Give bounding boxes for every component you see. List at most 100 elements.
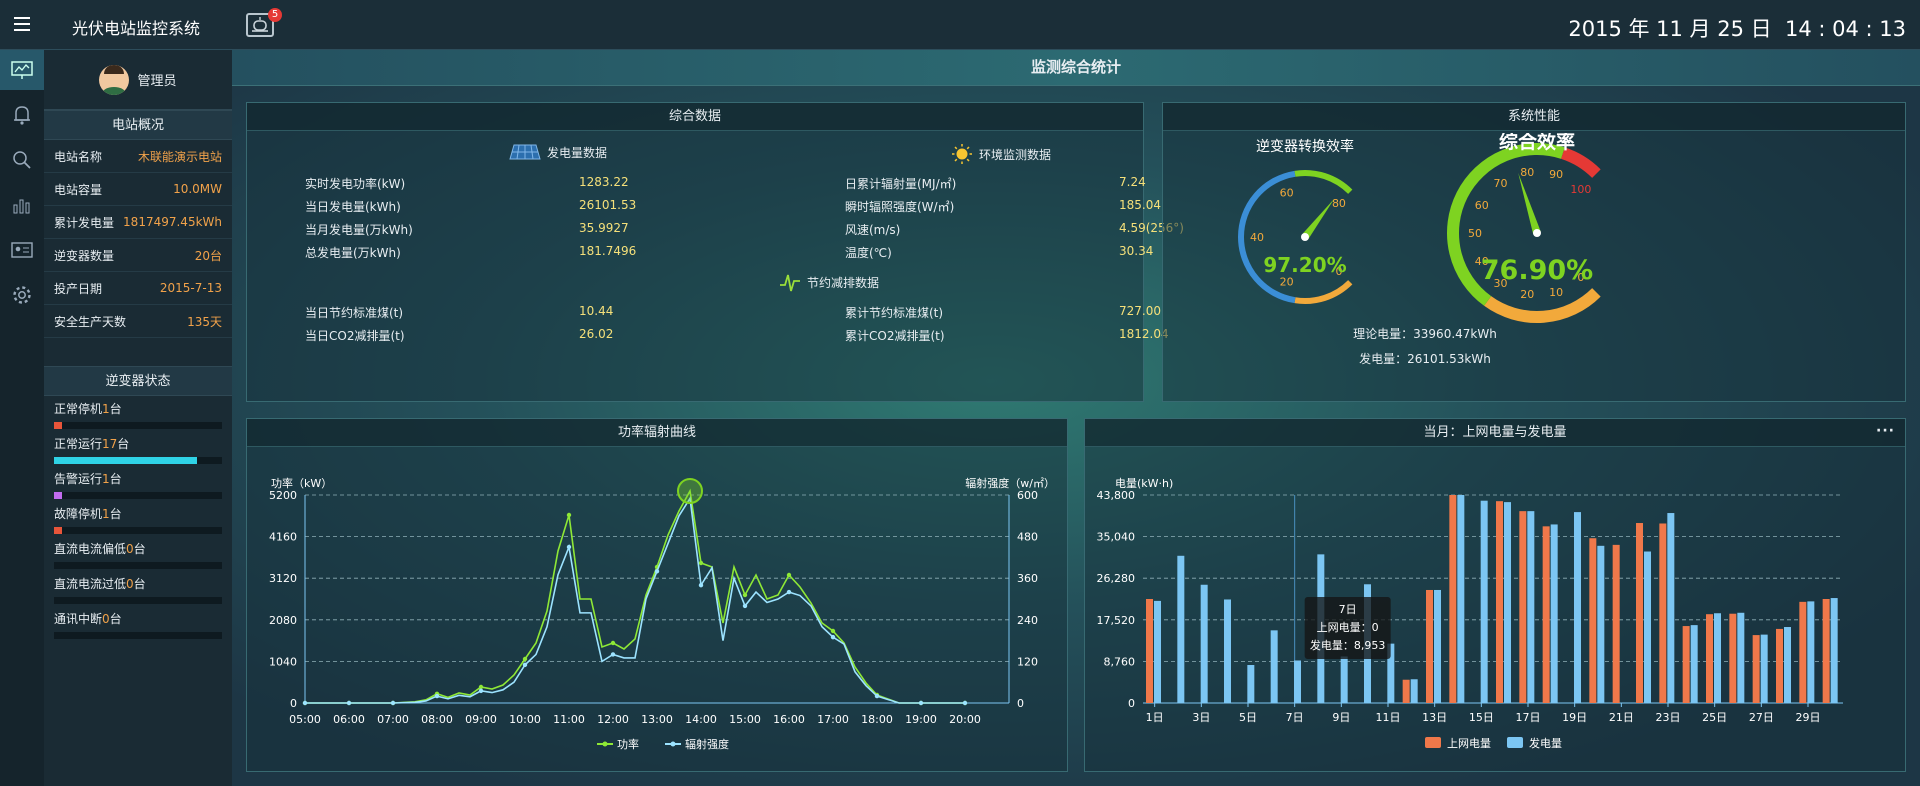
legend-label[interactable]: 辐射强度 bbox=[685, 737, 729, 751]
x-tick-label: 12:00 bbox=[597, 713, 629, 726]
icon-nav bbox=[0, 50, 44, 786]
contacts-icon[interactable] bbox=[0, 230, 44, 270]
data-point[interactable] bbox=[830, 628, 836, 634]
bar[interactable] bbox=[1410, 679, 1418, 703]
data-point[interactable] bbox=[830, 634, 836, 640]
data-point[interactable] bbox=[478, 688, 484, 694]
bar[interactable] bbox=[1496, 501, 1503, 703]
data-point[interactable] bbox=[478, 684, 484, 690]
data-point[interactable] bbox=[522, 662, 528, 668]
bar[interactable] bbox=[1504, 502, 1511, 703]
bar[interactable] bbox=[1426, 589, 1433, 703]
bar[interactable] bbox=[1574, 512, 1581, 703]
bar[interactable] bbox=[1294, 660, 1301, 703]
legend-label[interactable]: 发电量 bbox=[1529, 736, 1562, 750]
bar[interactable] bbox=[1612, 544, 1620, 703]
gear-icon[interactable] bbox=[0, 275, 44, 315]
data-point[interactable] bbox=[742, 592, 748, 598]
data-point[interactable] bbox=[654, 569, 660, 574]
overview-row: 逆变器数量 20台 bbox=[44, 239, 232, 272]
bar[interactable] bbox=[1752, 635, 1760, 703]
bar[interactable] bbox=[1542, 526, 1550, 703]
bar[interactable] bbox=[1200, 584, 1208, 703]
data-point[interactable] bbox=[302, 700, 308, 706]
bar[interactable] bbox=[1402, 679, 1410, 703]
bell-icon[interactable] bbox=[0, 95, 44, 135]
data-point[interactable] bbox=[346, 700, 352, 706]
bar[interactable] bbox=[1154, 600, 1161, 703]
sun-icon bbox=[952, 144, 972, 164]
gauge-pivot bbox=[1533, 229, 1541, 237]
bar[interactable] bbox=[1270, 630, 1278, 703]
bar[interactable] bbox=[1644, 551, 1651, 703]
legend-label[interactable]: 功率 bbox=[617, 737, 639, 751]
data-point[interactable] bbox=[962, 700, 968, 706]
tooltip-line: 上网电量：0 bbox=[1317, 621, 1379, 634]
data-point[interactable] bbox=[918, 700, 924, 706]
more-options-icon[interactable]: ··· bbox=[1876, 423, 1895, 439]
bar[interactable] bbox=[1636, 523, 1643, 703]
bar[interactable] bbox=[1667, 513, 1675, 703]
bar[interactable] bbox=[1659, 523, 1667, 703]
data-point[interactable] bbox=[566, 544, 572, 550]
bar[interactable] bbox=[1737, 612, 1745, 703]
data-point[interactable] bbox=[434, 693, 440, 699]
data-point[interactable] bbox=[786, 589, 792, 595]
monitor-icon[interactable] bbox=[0, 50, 44, 90]
bar[interactable] bbox=[1480, 500, 1488, 703]
bar[interactable] bbox=[1807, 601, 1815, 703]
legend-label[interactable]: 上网电量 bbox=[1447, 737, 1491, 750]
y2-tick-label: 240 bbox=[1017, 614, 1038, 627]
x-tick-label: 9日 bbox=[1332, 711, 1350, 724]
status-bar-fill bbox=[54, 422, 63, 429]
bar[interactable] bbox=[1597, 545, 1605, 703]
bar[interactable] bbox=[1434, 589, 1441, 703]
bar[interactable] bbox=[1760, 634, 1768, 703]
bar[interactable] bbox=[1682, 626, 1690, 703]
x-tick-label: 07:00 bbox=[377, 713, 409, 726]
bar[interactable] bbox=[1729, 613, 1737, 703]
bar[interactable] bbox=[1146, 599, 1153, 703]
search-icon[interactable] bbox=[0, 140, 44, 180]
bar[interactable] bbox=[1457, 495, 1465, 703]
bar[interactable] bbox=[1247, 665, 1255, 703]
bar[interactable] bbox=[1519, 511, 1527, 703]
bar[interactable] bbox=[1776, 628, 1783, 703]
data-point[interactable] bbox=[698, 582, 704, 588]
x-tick-label: 14:00 bbox=[685, 713, 717, 726]
hamburger-menu-icon[interactable] bbox=[14, 17, 30, 31]
bar[interactable] bbox=[1799, 601, 1807, 703]
bar[interactable] bbox=[1527, 511, 1535, 703]
data-point[interactable] bbox=[742, 603, 748, 609]
bar[interactable] bbox=[1177, 555, 1185, 703]
data-point[interactable] bbox=[874, 693, 880, 699]
data-point[interactable] bbox=[786, 572, 792, 578]
gauge-tick-label: 80 bbox=[1332, 197, 1346, 210]
bar[interactable] bbox=[1784, 627, 1791, 703]
x-tick-label: 13:00 bbox=[641, 713, 673, 726]
y-tick-label: 26,280 bbox=[1097, 572, 1136, 585]
y-tick-label: 3120 bbox=[269, 572, 297, 585]
bar[interactable] bbox=[1449, 495, 1457, 703]
data-point[interactable] bbox=[698, 560, 704, 566]
bar[interactable] bbox=[1224, 599, 1231, 703]
bar[interactable] bbox=[1706, 614, 1713, 703]
data-point[interactable] bbox=[390, 700, 396, 706]
gauge-tick-label: 50 bbox=[1468, 227, 1482, 240]
bar[interactable] bbox=[1550, 524, 1558, 703]
bar[interactable] bbox=[1830, 598, 1838, 703]
bar-chart-icon[interactable] bbox=[0, 185, 44, 225]
bar[interactable] bbox=[1714, 613, 1721, 703]
data-point[interactable] bbox=[566, 512, 572, 518]
bar[interactable] bbox=[1690, 625, 1698, 703]
data-point[interactable] bbox=[610, 652, 616, 657]
y-tick-label: 35,040 bbox=[1097, 531, 1136, 544]
bar[interactable] bbox=[1589, 538, 1597, 703]
tooltip-title: 7日 bbox=[1339, 603, 1357, 616]
data-point[interactable] bbox=[610, 640, 616, 646]
gauge-tick-label: 20 bbox=[1280, 275, 1294, 288]
data-point[interactable] bbox=[522, 656, 528, 662]
inverter-status-label: 告警运行1台 bbox=[54, 470, 222, 487]
bar[interactable] bbox=[1822, 599, 1830, 703]
bar[interactable] bbox=[1340, 656, 1348, 703]
